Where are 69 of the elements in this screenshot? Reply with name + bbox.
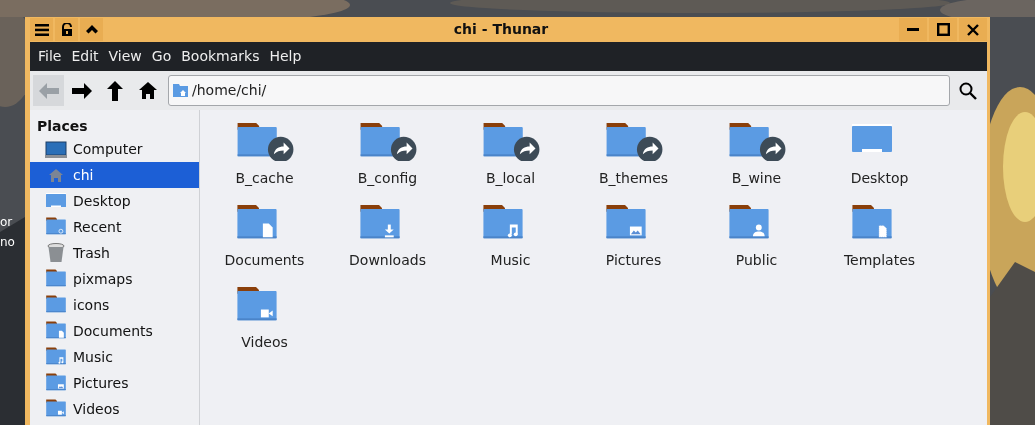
sidebar-item[interactable]: chi: [30, 162, 199, 188]
sidebar-item[interactable]: Videos: [30, 396, 199, 422]
folder-tile[interactable]: Documents: [203, 204, 326, 286]
folder-icon: [46, 373, 66, 393]
folder-tile[interactable]: B_themes: [572, 122, 695, 204]
menu-item[interactable]: File: [33, 46, 67, 67]
roll-up-button[interactable]: [80, 18, 103, 41]
desktop-folder-icon: [46, 192, 66, 210]
menu-item[interactable]: View: [103, 46, 147, 67]
close-button[interactable]: [959, 18, 987, 41]
sidebar-item[interactable]: Recent: [30, 214, 199, 240]
folder-icon: [46, 399, 66, 419]
window-menu-button[interactable]: [30, 18, 53, 41]
folder-tile[interactable]: Desktop: [818, 122, 941, 204]
window-title: chi - Thunar: [452, 20, 550, 39]
search-icon: [959, 81, 977, 100]
sidebar-heading: Places: [36, 117, 89, 136]
desktop-icon-label: or: [0, 214, 14, 231]
menu-item[interactable]: Go: [146, 46, 177, 67]
home-icon: [138, 82, 157, 99]
folder-icon: [46, 295, 66, 315]
padlock-icon: [60, 23, 73, 36]
maximize-icon: [936, 23, 950, 36]
folder-tile[interactable]: B_local: [449, 122, 572, 204]
chevron-up-icon: [85, 25, 98, 34]
minimize-button[interactable]: [899, 18, 927, 41]
sidebar-item[interactable]: Documents: [30, 318, 199, 344]
folder-tile[interactable]: B_config: [326, 122, 449, 204]
folder-link-icon: [359, 122, 418, 162]
folder-link-icon: [728, 122, 787, 162]
minimize-icon: [907, 28, 919, 31]
home-folder-icon: [173, 84, 188, 97]
sidebar-item[interactable]: icons: [30, 292, 199, 318]
folder-tile[interactable]: Videos: [203, 286, 326, 368]
sidebar-item[interactable]: Music: [30, 344, 199, 370]
folder-link-icon: [482, 122, 541, 162]
folder-tile[interactable]: Music: [449, 204, 572, 286]
up-arrow-icon: [106, 80, 123, 101]
lock-button[interactable]: [55, 18, 78, 41]
menu-item[interactable]: Bookmarks: [176, 46, 265, 67]
sidebar-item[interactable]: pixmaps: [30, 266, 199, 292]
home-icon: [49, 168, 63, 182]
forward-arrow-icon: [71, 82, 92, 99]
menu-item[interactable]: Help: [264, 46, 307, 67]
folder-icon: [46, 269, 66, 289]
folder-tile[interactable]: Pictures: [572, 204, 695, 286]
folder-link-icon: [605, 122, 664, 162]
folder-tile[interactable]: B_wine: [695, 122, 818, 204]
folder-tile[interactable]: B_cache: [203, 122, 326, 204]
sidebar-item[interactable]: Pictures: [30, 370, 199, 396]
menu-icon: [34, 23, 49, 36]
folder-tile[interactable]: Downloads: [326, 204, 449, 286]
sidebar-item[interactable]: Computer: [30, 136, 199, 162]
close-icon: [967, 23, 979, 36]
folder-icon: [46, 217, 66, 237]
desktop-icon-label: no: [0, 234, 15, 251]
sidebar-item[interactable]: Trash: [30, 240, 199, 266]
folder-icon: [46, 347, 66, 367]
folder-tile[interactable]: Templates: [818, 204, 941, 286]
trash-icon: [47, 243, 65, 263]
folder-link-icon: [236, 122, 295, 162]
sidebar-item[interactable]: Desktop: [30, 188, 199, 214]
location-field[interactable]: /home/chi/: [168, 75, 950, 106]
maximize-button[interactable]: [929, 18, 957, 41]
menu-item[interactable]: Edit: [66, 46, 104, 67]
back-arrow-icon: [38, 82, 59, 99]
folder-icon: [46, 321, 66, 341]
folder-tile[interactable]: Public: [695, 204, 818, 286]
laptop-icon: [45, 140, 67, 158]
